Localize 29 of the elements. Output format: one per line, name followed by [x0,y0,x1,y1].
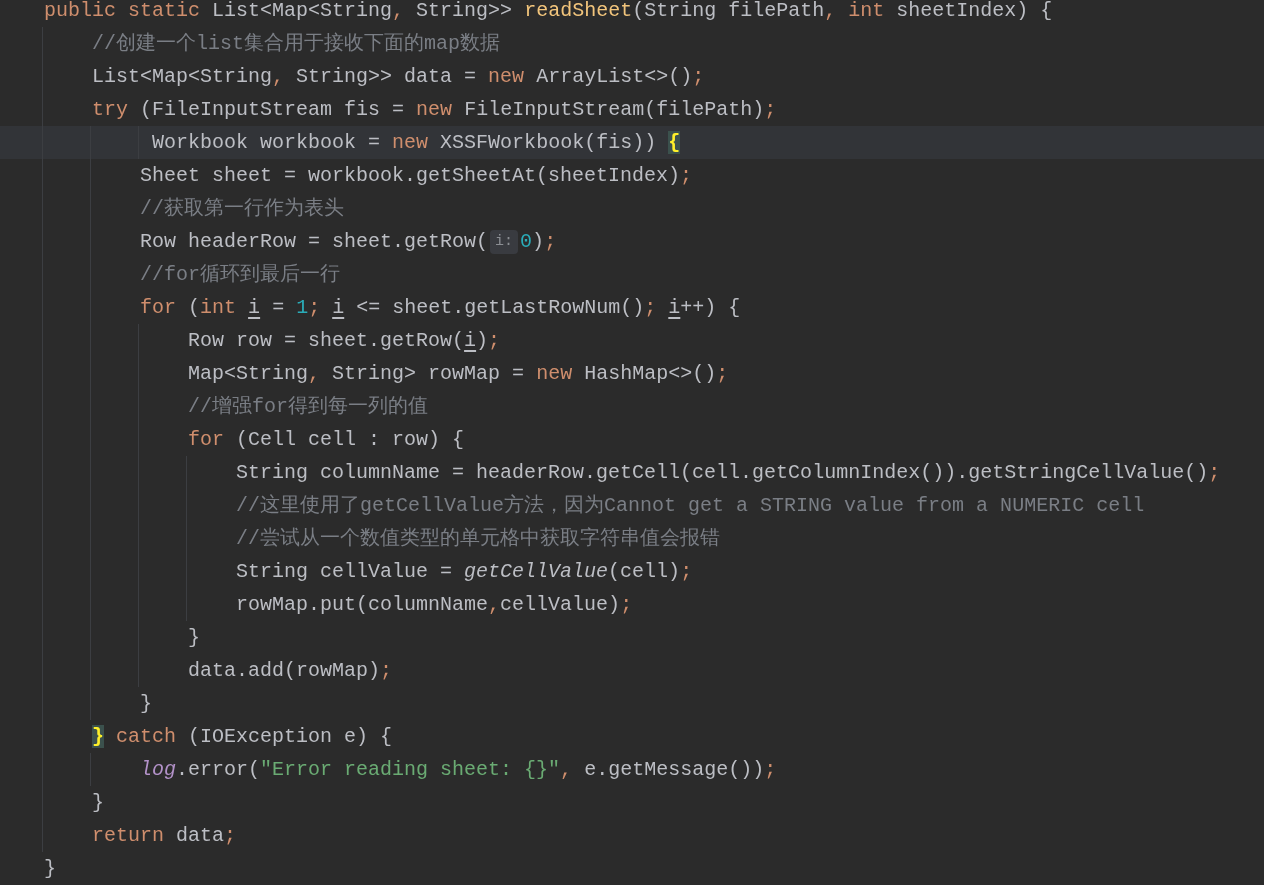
code-line: Row row = sheet.getRow(i); [187,327,501,354]
code-line: log.error("Error reading sheet: {}", e.getMessage()); [139,756,777,783]
code-line: //增强for得到每一列的值 [187,393,429,420]
code-line: String cellValue = getCellValue(cell); [235,558,693,585]
code-line: Workbook workbook = new XSSFWorkbook(fis)) { [151,129,681,156]
code-line: try (FileInputStream fis = new FileInputStream(filePath); [91,96,777,123]
code-line: data.add(rowMap); [187,657,393,684]
code-line: } [91,789,105,816]
code-line: return data; [91,822,237,849]
code-line: //获取第一行作为表头 [139,195,345,222]
code-line: //for循环到最后一行 [139,261,341,288]
code-line: 0); [520,228,557,255]
code-line: public static List<Map<String, String>> readSheet(String filePath, int sheetIndex) { [44,0,1053,24]
code-line: } [139,690,153,717]
code-line: //创建一个list集合用于接收下面的map数据 [91,30,501,57]
code-line: for (int i = 1; i <= sheet.getLastRowNum(); i++) { [139,294,741,321]
code-line: } [187,624,201,651]
parameter-hint: i: [490,229,519,254]
code-line: List<Map<String, String>> data = new ArrayList<>(); [91,63,705,90]
code-line: //这里使用了getCellValue方法，因为Cannot get a STRING value from a NUMERIC cell [235,492,1145,519]
code-line: for (Cell cell : row) { [187,426,465,453]
code-line: Map<String, String> rowMap = new HashMap<>(); [187,360,729,387]
code-line: rowMap.put(columnName,cellValue); [235,591,633,618]
code-line: } [44,855,56,882]
code-line: Row headerRow = sheet.getRow( [139,228,489,255]
code-line: } catch (IOException e) { [91,723,393,750]
code-line: //尝试从一个数值类型的单元格中获取字符串值会报错 [235,525,721,552]
code-line: Sheet sheet = workbook.getSheetAt(sheetIndex); [139,162,693,189]
code-line: String columnName = headerRow.getCell(cell.getColumnIndex()).getStringCellValue(); [235,459,1221,486]
